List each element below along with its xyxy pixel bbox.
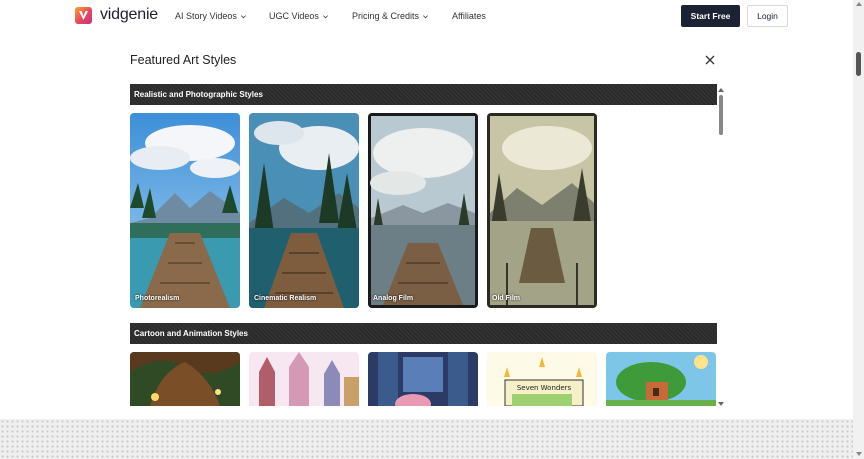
style-card-photorealism[interactable]: Photorealism xyxy=(130,113,240,308)
style-card-cinematic-realism[interactable]: Cinematic Realism xyxy=(249,113,359,308)
style-label: Photorealism xyxy=(135,295,180,302)
scroll-down-icon[interactable] xyxy=(856,452,862,456)
analog-film-thumbnail xyxy=(368,113,478,308)
style-label: Old Film xyxy=(492,295,520,302)
sign-text: Seven Wonders xyxy=(517,384,572,392)
nav-item-label: AI Story Videos xyxy=(175,11,237,21)
scroll-up-icon[interactable] xyxy=(718,88,724,92)
pink-creature-thumbnail xyxy=(368,352,478,406)
nav-item-label: Affiliates xyxy=(452,11,486,21)
page-scrollbar[interactable] xyxy=(853,0,864,459)
style-card-cartoon-4[interactable]: Seven Wonders xyxy=(487,352,597,406)
section-header-cartoon: Cartoon and Animation Styles xyxy=(130,323,717,344)
scroll-up-icon[interactable] xyxy=(856,2,862,6)
style-card-cartoon-5[interactable] xyxy=(606,352,716,406)
chevron-down-icon xyxy=(240,14,246,18)
scroll-down-icon[interactable] xyxy=(718,402,724,406)
cinematic-realism-thumbnail xyxy=(249,113,359,308)
photorealism-thumbnail xyxy=(130,113,240,308)
scrollbar-thumb[interactable] xyxy=(719,95,723,135)
chevron-down-icon xyxy=(322,14,328,18)
section-title: Realistic and Photographic Styles xyxy=(134,90,263,99)
section-header-realistic: Realistic and Photographic Styles xyxy=(130,84,717,105)
style-card-cartoon-2[interactable] xyxy=(249,352,359,406)
nav-item-label: Pricing & Credits xyxy=(352,11,420,21)
vidgenie-logo-icon[interactable] xyxy=(75,7,92,24)
seven-wonders-thumbnail: Seven Wonders xyxy=(487,352,597,406)
old-film-thumbnail xyxy=(487,113,597,308)
nav-affiliates[interactable]: Affiliates xyxy=(452,11,486,21)
brand-name[interactable]: vidgenie xyxy=(100,6,158,24)
nav-ai-story-videos[interactable]: AI Story Videos xyxy=(175,11,247,21)
modal-scrollbar[interactable] xyxy=(718,88,724,406)
style-label: Cinematic Realism xyxy=(254,295,317,302)
cartoon-treehouse-thumbnail xyxy=(606,352,716,406)
start-free-button[interactable]: Start Free xyxy=(681,5,740,27)
scrollbar-thumb[interactable] xyxy=(856,52,861,76)
fairytale-castle-thumbnail xyxy=(249,352,359,406)
modal-title: Featured Art Styles xyxy=(130,53,237,67)
nav-pricing-credits[interactable]: Pricing & Credits xyxy=(352,11,429,21)
login-button[interactable]: Login xyxy=(747,5,788,27)
nav-ugc-videos[interactable]: UGC Videos xyxy=(269,11,329,21)
style-card-old-film[interactable]: Old Film xyxy=(487,113,597,308)
page-background-pattern xyxy=(0,419,853,459)
style-card-cartoon-1[interactable] xyxy=(130,352,240,406)
close-icon[interactable] xyxy=(704,54,716,66)
style-card-analog-film[interactable]: Analog Film xyxy=(368,113,478,308)
chevron-down-icon xyxy=(423,14,429,18)
nav-item-label: UGC Videos xyxy=(269,11,319,21)
glowing-tree-thumbnail xyxy=(130,352,240,406)
style-label: Analog Film xyxy=(373,295,414,302)
style-card-cartoon-3[interactable] xyxy=(368,352,478,406)
section-title: Cartoon and Animation Styles xyxy=(134,329,248,338)
top-nav: vidgenie AI Story Videos UGC Videos Pric… xyxy=(0,0,853,33)
